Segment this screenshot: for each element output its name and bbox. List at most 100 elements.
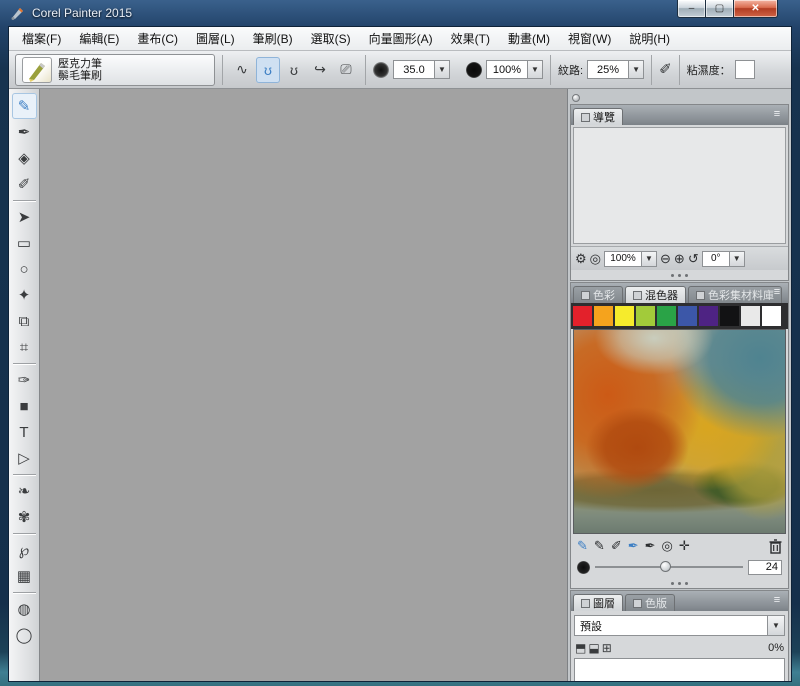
pan-mixer-icon[interactable]: ✛ (679, 538, 690, 554)
shape-selection-tool[interactable]: ▷ (12, 445, 37, 471)
navigator-preview[interactable] (573, 127, 786, 244)
tab-color[interactable]: 色彩 (573, 286, 623, 303)
tab-navigator[interactable]: 導覽 (573, 108, 623, 125)
menu-item-effects[interactable]: 效果(T) (442, 27, 499, 50)
canvas-workspace[interactable] (40, 89, 567, 681)
maximize-button[interactable]: ▢ (706, 0, 733, 18)
grain-field[interactable]: 25% ▼ (587, 60, 645, 79)
layout-grid-tool[interactable]: ▦ (12, 563, 37, 589)
size-dropdown-arrow[interactable]: ▼ (434, 61, 449, 78)
sample-color-icon[interactable]: ✒ (628, 538, 639, 554)
sample-multiple-colors-icon[interactable]: ✒ (645, 538, 656, 554)
viscosity-field[interactable] (734, 60, 755, 79)
mixer-swatch-9[interactable] (741, 306, 760, 326)
navigator-zoom-dropdown-arrow[interactable]: ▼ (641, 251, 656, 266)
navigator-menu-icon[interactable]: ≡ (770, 109, 784, 120)
mixer-slider-thumb[interactable] (660, 561, 672, 572)
advanced-brush-icon[interactable]: ✐ (659, 62, 672, 77)
size-value[interactable]: 35.0 (394, 64, 434, 76)
dirty-brush-mode-icon[interactable]: ✎ (577, 538, 588, 554)
layer-composite-method-dropdown[interactable]: 預設 ▼ (574, 615, 785, 636)
magnifier-tool[interactable]: ◍ (12, 596, 37, 622)
opacity-value[interactable]: 100% (487, 64, 527, 76)
text-tool[interactable]: T (12, 419, 37, 445)
menu-item-select[interactable]: 選取(S) (302, 27, 360, 50)
mixer-swatch-1[interactable] (573, 306, 592, 326)
menu-item-shapes[interactable]: 向量圖形(A) (360, 27, 442, 50)
rotate-page-icon[interactable]: ↺ (688, 252, 699, 265)
navigator-rotation-dropdown-arrow[interactable]: ▼ (728, 251, 744, 266)
mixer-slider-value[interactable]: 24 (748, 559, 782, 575)
menu-item-canvas[interactable]: 畫布(C) (128, 27, 187, 50)
magic-wand-tool[interactable]: ✦ (12, 282, 37, 308)
opacity-field[interactable]: 100% ▼ (486, 60, 543, 79)
mixer-size-slider[interactable] (595, 561, 743, 572)
eraser-tool[interactable]: ✐ (12, 171, 37, 197)
divine-proportion-tool[interactable]: ℘ (12, 537, 37, 563)
clear-mixer-pad-icon[interactable] (769, 538, 782, 554)
tab-color-set-library[interactable]: 色彩集材料庫 (688, 286, 782, 303)
mixer-swatch-8[interactable] (720, 306, 739, 326)
mixer-swatch-2[interactable] (594, 306, 613, 326)
grabber-tool[interactable]: ◯ (12, 622, 37, 648)
size-field[interactable]: 35.0 ▼ (393, 60, 450, 79)
tab-mixer[interactable]: 混色器 (625, 286, 686, 303)
lasso-tool[interactable]: ○ (12, 256, 37, 282)
navigator-rotation-field[interactable]: 0° ▼ (701, 250, 745, 267)
freehand-stroke-button[interactable]: ∿ (230, 57, 254, 83)
title-bar[interactable]: Corel Painter 2015 – ▢ ✕ (0, 0, 800, 26)
loop-stroke-a-button[interactable]: ʊ (256, 56, 280, 83)
rectangular-selection-tool[interactable]: ▭ (12, 230, 37, 256)
loop-stroke-b-button[interactable]: ʊ (282, 57, 306, 83)
mixer-swatch-6[interactable] (678, 306, 697, 326)
mixer-resize-handle[interactable] (571, 578, 788, 588)
crop-tool[interactable]: ⌗ (12, 334, 37, 360)
mix-color-icon[interactable]: ✐ (611, 538, 622, 554)
layer-adjuster-tool[interactable]: ➤ (12, 204, 37, 230)
dropper-tool[interactable]: ✒ (12, 119, 37, 145)
menu-item-movie[interactable]: 動畫(M) (499, 27, 559, 50)
zoom-out-icon[interactable]: ⊖ (660, 252, 671, 265)
pen-tool[interactable]: ✑ (12, 367, 37, 393)
zoom-in-icon[interactable]: ⊕ (674, 252, 685, 265)
brush-tool[interactable]: ✎ (11, 93, 37, 119)
apply-color-icon[interactable]: ✎ (594, 538, 605, 554)
brush-selector[interactable]: 壓克力筆 鬃毛筆刷 (15, 53, 215, 86)
menu-item-window[interactable]: 視窗(W) (559, 27, 620, 50)
mixer-swatch-7[interactable] (699, 306, 718, 326)
menu-item-file[interactable]: 檔案(F) (13, 27, 70, 50)
navigator-zoom-value[interactable]: 100% (605, 253, 641, 264)
mirror-painting-tool[interactable]: ❧ (12, 478, 37, 504)
rectangular-shape-tool[interactable]: ■ (12, 393, 37, 419)
mixer-swatch-3[interactable] (615, 306, 634, 326)
navigator-rotation-value[interactable]: 0° (703, 253, 729, 264)
mixer-swatch-5[interactable] (657, 306, 676, 326)
paint-bucket-tool[interactable]: ◈ (12, 145, 37, 171)
tab-layers[interactable]: 圖層 (573, 594, 623, 611)
preserve-transparency-icon[interactable]: ⬒ (575, 641, 586, 655)
opacity-dropdown-arrow[interactable]: ▼ (527, 61, 542, 78)
mixer-swatch-10[interactable] (762, 306, 781, 326)
menu-item-edit[interactable]: 編輯(E) (70, 27, 128, 50)
navigator-magnifier-icon[interactable]: ◎ (590, 252, 601, 265)
layer-link-icon[interactable]: ⊞ (602, 641, 612, 655)
mixer-swatch-4[interactable] (636, 306, 655, 326)
layers-panel-menu-icon[interactable]: ≡ (770, 595, 784, 606)
color-panel-menu-icon[interactable]: ≡ (770, 287, 784, 298)
grain-dropdown-arrow[interactable]: ▼ (628, 61, 644, 78)
layer-list[interactable] (574, 658, 785, 681)
close-button[interactable]: ✕ (733, 0, 778, 18)
navigator-zoom-field[interactable]: 100% ▼ (604, 250, 657, 267)
menu-item-brushes[interactable]: 筆刷(B) (244, 27, 302, 50)
transform-tool[interactable]: ⧉ (12, 308, 37, 334)
zoom-mixer-icon[interactable]: ◎ (662, 538, 673, 554)
menu-item-layers[interactable]: 圖層(L) (187, 27, 244, 50)
navigator-settings-icon[interactable]: ⚙ (575, 252, 587, 265)
dock-collapse-button[interactable] (572, 93, 580, 102)
menu-item-help[interactable]: 說明(H) (620, 27, 679, 50)
layer-opacity-value[interactable]: 0% (768, 642, 784, 654)
pick-up-underlying-color-icon[interactable]: ⬓ (588, 641, 599, 655)
mixer-pad-painting[interactable] (573, 329, 786, 534)
grain-value[interactable]: 25% (588, 64, 628, 76)
align-to-path-button[interactable]: ↪ (308, 57, 332, 83)
